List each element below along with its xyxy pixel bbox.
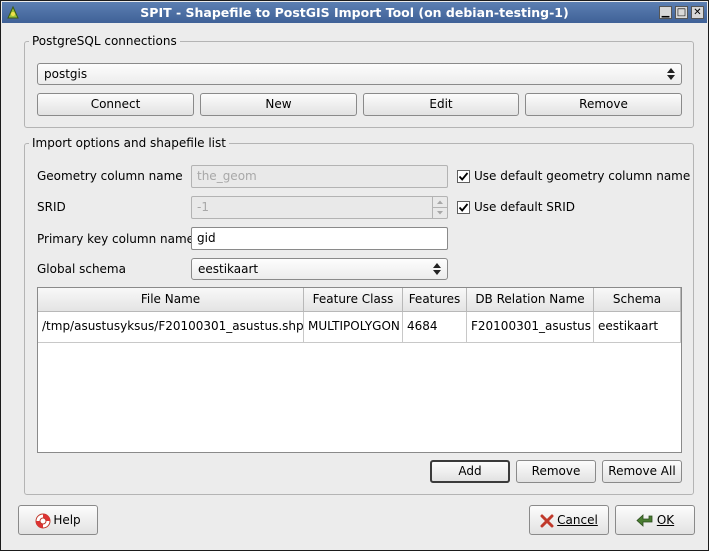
up-down-arrows-icon xyxy=(433,263,441,275)
primary-key-input[interactable]: gid xyxy=(191,227,448,250)
cell-file-name[interactable]: /tmp/asustusyksus/F20100301_asustus.shp xyxy=(38,312,304,343)
ok-button[interactable]: OK xyxy=(615,505,695,535)
title-bar[interactable]: SPIT - Shapefile to PostGIS Import Tool … xyxy=(2,2,707,23)
connections-group-title: PostgreSQL connections xyxy=(29,34,180,48)
column-header-db-relation[interactable]: DB Relation Name xyxy=(467,288,594,312)
remove-connection-button[interactable]: Remove xyxy=(525,93,682,116)
checkmark-icon xyxy=(458,203,469,212)
global-schema-value: eestikaart xyxy=(198,262,259,276)
close-icon: ✕ xyxy=(693,7,702,18)
use-default-geometry-label[interactable]: Use default geometry column name xyxy=(474,169,690,183)
add-file-button[interactable]: Add xyxy=(430,460,510,483)
connect-button[interactable]: Connect xyxy=(37,93,194,116)
column-header-feature-class[interactable]: Feature Class xyxy=(304,288,403,312)
cell-features[interactable]: 4684 xyxy=(403,312,467,343)
srid-spin-buttons[interactable] xyxy=(432,197,447,218)
help-button[interactable]: Help xyxy=(18,505,98,535)
cancel-button[interactable]: Cancel xyxy=(529,505,609,535)
minimize-button[interactable]: ▁ xyxy=(659,6,672,19)
srid-label: SRID xyxy=(37,200,66,214)
remove-file-button[interactable]: Remove xyxy=(516,460,596,483)
column-header-features[interactable]: Features xyxy=(403,288,467,312)
geometry-column-input[interactable]: the_geom xyxy=(191,165,448,188)
cell-feature-class[interactable]: MULTIPOLYGON xyxy=(304,312,403,343)
maximize-icon: □ xyxy=(676,7,687,18)
remove-all-files-button[interactable]: Remove All xyxy=(602,460,682,483)
cell-schema[interactable]: eestikaart xyxy=(594,312,681,343)
primary-key-value: gid xyxy=(197,231,216,245)
close-button[interactable]: ✕ xyxy=(691,6,704,19)
ok-arrow-icon xyxy=(636,513,653,527)
srid-value: -1 xyxy=(197,200,209,214)
window-title: SPIT - Shapefile to PostGIS Import Tool … xyxy=(140,5,569,20)
use-default-srid-checkbox[interactable] xyxy=(457,201,470,214)
use-default-srid-label[interactable]: Use default SRID xyxy=(474,200,575,214)
edit-connection-button[interactable]: Edit xyxy=(363,93,519,116)
cell-db-relation[interactable]: F20100301_asustus xyxy=(467,312,594,343)
connection-select[interactable]: postgis xyxy=(37,63,682,85)
help-button-label: Help xyxy=(53,513,81,527)
geometry-column-label: Geometry column name xyxy=(37,169,183,183)
srid-spinbox[interactable]: -1 xyxy=(191,196,448,219)
use-default-geometry-checkbox[interactable] xyxy=(457,170,470,183)
checkmark-icon xyxy=(458,172,469,181)
geometry-column-value: the_geom xyxy=(197,169,257,183)
global-schema-label: Global schema xyxy=(37,262,126,276)
spin-arrows-icon xyxy=(433,200,447,215)
shapefile-table[interactable]: File Name Feature Class Features DB Rela… xyxy=(37,287,682,453)
connection-select-value: postgis xyxy=(44,67,88,81)
import-options-group-title: Import options and shapefile list xyxy=(29,136,229,150)
up-down-arrows-icon xyxy=(667,68,675,80)
column-header-schema[interactable]: Schema xyxy=(594,288,681,312)
global-schema-select[interactable]: eestikaart xyxy=(191,258,448,280)
minimize-icon: ▁ xyxy=(661,7,670,18)
spit-dialog: SPIT - Shapefile to PostGIS Import Tool … xyxy=(0,0,709,551)
cancel-button-label: Cancel xyxy=(557,513,598,527)
new-connection-button[interactable]: New xyxy=(200,93,357,116)
help-lifebuoy-icon xyxy=(35,513,51,528)
column-header-file-name[interactable]: File Name xyxy=(38,288,304,312)
cancel-x-icon xyxy=(540,514,554,527)
primary-key-label: Primary key column name xyxy=(37,232,195,246)
ok-button-label: OK xyxy=(656,513,675,527)
maximize-button[interactable]: □ xyxy=(675,6,688,19)
